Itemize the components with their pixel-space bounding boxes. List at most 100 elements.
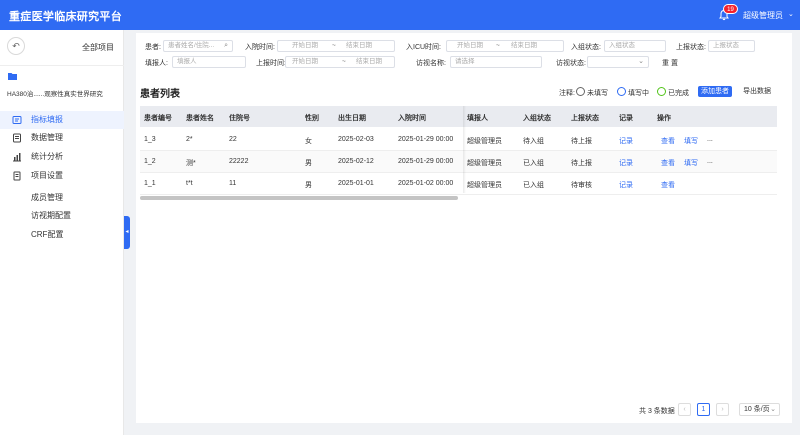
admit-date-range[interactable]: 开始日期 ~ 结束日期 (277, 40, 395, 52)
range-end-placeholder: 结束日期 (356, 58, 382, 65)
cell-admit-time: 2025-01-29 00:00 (398, 136, 454, 143)
cell-admit-time: 2025-01-02 00:00 (398, 180, 454, 187)
folder-icon (8, 73, 17, 80)
visit-name-select[interactable]: 请选择 (450, 56, 542, 68)
sidebar-item-statistics[interactable]: 统计分析 (0, 148, 124, 166)
view-link[interactable]: 查看 (661, 136, 675, 146)
sidebar-item-data-management[interactable]: 数据管理 (0, 129, 124, 147)
cell-report-status: 待上报 (571, 160, 592, 167)
completed-icon (657, 87, 666, 96)
column-header: 记录 (619, 115, 633, 122)
sidebar-item-label: 统计分析 (31, 152, 63, 161)
fill-link[interactable]: 填写 (684, 158, 698, 168)
enroll-status-select[interactable]: 入组状态 (604, 40, 666, 52)
column-header: 操作 (657, 115, 671, 122)
patient-filter-label: 患者: (145, 44, 161, 51)
legend-note: 注释: (559, 90, 575, 97)
column-header: 入院时间 (398, 115, 426, 122)
range-start-placeholder: 开始日期 (292, 58, 318, 65)
cell-hospital-no: 22 (229, 136, 237, 143)
sidebar-item-label: 数据管理 (31, 133, 63, 142)
cell-gender: 男 (305, 160, 312, 167)
more-actions-icon[interactable]: ... (707, 158, 713, 165)
cell-patient-name: 测* (186, 160, 196, 167)
sidebar-item-project-settings[interactable]: 项目设置 (0, 167, 124, 185)
filler-label: 填报人: (145, 60, 168, 67)
table-row: 1_3 2* 22 女 2025-02-03 2025-01-29 00:00 … (140, 129, 777, 151)
page-number-button[interactable]: 1 (697, 403, 710, 416)
chevron-down-icon[interactable]: ⌄ (788, 10, 794, 18)
chevron-down-icon: ⌄ (770, 406, 776, 413)
back-button[interactable]: ↶ (7, 37, 25, 55)
export-data-button[interactable]: 导出数据 (740, 86, 774, 97)
column-header: 性别 (305, 115, 319, 122)
cell-admit-time: 2025-01-29 00:00 (398, 158, 454, 165)
sidebar-collapse-toggle[interactable]: ◂ (124, 216, 130, 249)
view-link[interactable]: 查看 (661, 158, 675, 168)
chevron-left-icon: ◂ (125, 229, 129, 235)
main-content: 患者: 患者姓名/住院... ⌕ 入院时间: 开始日期 ~ 结束日期 入ICU时… (136, 33, 792, 423)
range-separator: ~ (496, 42, 500, 49)
prev-page-button[interactable]: ‹ (678, 403, 691, 416)
report-status-placeholder: 上报状态 (713, 42, 739, 49)
range-start-placeholder: 开始日期 (457, 42, 483, 49)
column-header: 患者姓名 (186, 115, 214, 122)
cell-patient-id: 1_2 (144, 158, 156, 165)
cell-patient-name: 2* (186, 136, 193, 143)
all-projects-link[interactable]: 全部项目 (82, 42, 114, 53)
admit-time-label: 入院时间: (245, 44, 275, 51)
visit-status-label: 访视状态: (556, 60, 586, 67)
cell-enroll-status: 已入组 (523, 160, 544, 167)
project-name: HA380治......观察性真实世界研究 (7, 91, 103, 98)
filler-placeholder: 填报人 (177, 58, 197, 65)
app-title: 重症医学临床研究平台 (9, 11, 122, 23)
column-header: 入组状态 (523, 115, 551, 122)
patient-search-input[interactable]: 患者姓名/住院... ⌕ (163, 40, 233, 52)
add-patient-button[interactable]: 添加患者 (698, 86, 732, 97)
range-separator: ~ (342, 58, 346, 65)
report-icon (12, 116, 22, 124)
sidebar-item-label: 指标填报 (31, 115, 63, 124)
next-page-button[interactable]: › (716, 403, 729, 416)
record-link[interactable]: 记录 (619, 158, 633, 168)
sidebar-subitem-crf-config[interactable]: CRF配置 (31, 229, 63, 240)
user-menu[interactable]: 超级管理员 (743, 10, 783, 21)
chevron-down-icon: ⌄ (638, 58, 644, 65)
icu-time-label: 入ICU时间: (406, 44, 441, 51)
chevron-right-icon: › (721, 406, 724, 413)
visit-status-select[interactable]: ⌄ (587, 56, 649, 68)
record-link[interactable]: 记录 (619, 136, 633, 146)
filler-input[interactable]: 填报人 (172, 56, 246, 68)
more-actions-icon[interactable]: ... (707, 136, 713, 143)
back-arrow-icon: ↶ (12, 41, 20, 51)
page-size-select[interactable]: 10 条/页 ⌄ (739, 403, 780, 416)
legend-completed: 已完成 (668, 90, 689, 97)
sidebar-subitem-visit-config[interactable]: 访视期配置 (31, 210, 71, 221)
sidebar: ↶ 全部项目 HA380治......观察性真实世界研究 指标填报 数据管理 统… (0, 30, 124, 435)
view-link[interactable]: 查看 (661, 180, 675, 190)
fixed-column-shadow (463, 106, 466, 193)
record-link[interactable]: 记录 (619, 180, 633, 190)
pagination-total: 共 3 条数据 (639, 408, 675, 415)
report-time-label: 上报时间: (256, 60, 286, 67)
cell-enroll-status: 已入组 (523, 182, 544, 189)
report-date-range[interactable]: 开始日期 ~ 结束日期 (285, 56, 395, 68)
cell-patient-id: 1_1 (144, 180, 156, 187)
chevron-left-icon: ‹ (683, 406, 686, 413)
cell-birth-date: 2025-02-03 (338, 136, 374, 143)
sidebar-item-indicator-report[interactable]: 指标填报 (0, 111, 124, 129)
cell-filler: 超级管理员 (467, 160, 502, 167)
app-header: 重症医学临床研究平台 19 超级管理员 ⌄ (0, 0, 800, 30)
reset-button[interactable]: 重 置 (662, 58, 678, 68)
sidebar-subitem-members[interactable]: 成员管理 (31, 192, 63, 203)
range-start-placeholder: 开始日期 (292, 42, 318, 49)
fill-link[interactable]: 填写 (684, 136, 698, 146)
column-header: 填报人 (467, 115, 488, 122)
table-row: 1_2 测* 22222 男 2025-02-12 2025-01-29 00:… (140, 151, 777, 173)
report-status-select[interactable]: 上报状态 (708, 40, 755, 52)
patient-search-placeholder: 患者姓名/住院... (168, 42, 215, 49)
cell-hospital-no: 22222 (229, 158, 249, 165)
icu-date-range[interactable]: 开始日期 ~ 结束日期 (446, 40, 564, 52)
horizontal-scrollbar[interactable] (140, 196, 458, 200)
sidebar-item-label: 项目设置 (31, 171, 63, 180)
